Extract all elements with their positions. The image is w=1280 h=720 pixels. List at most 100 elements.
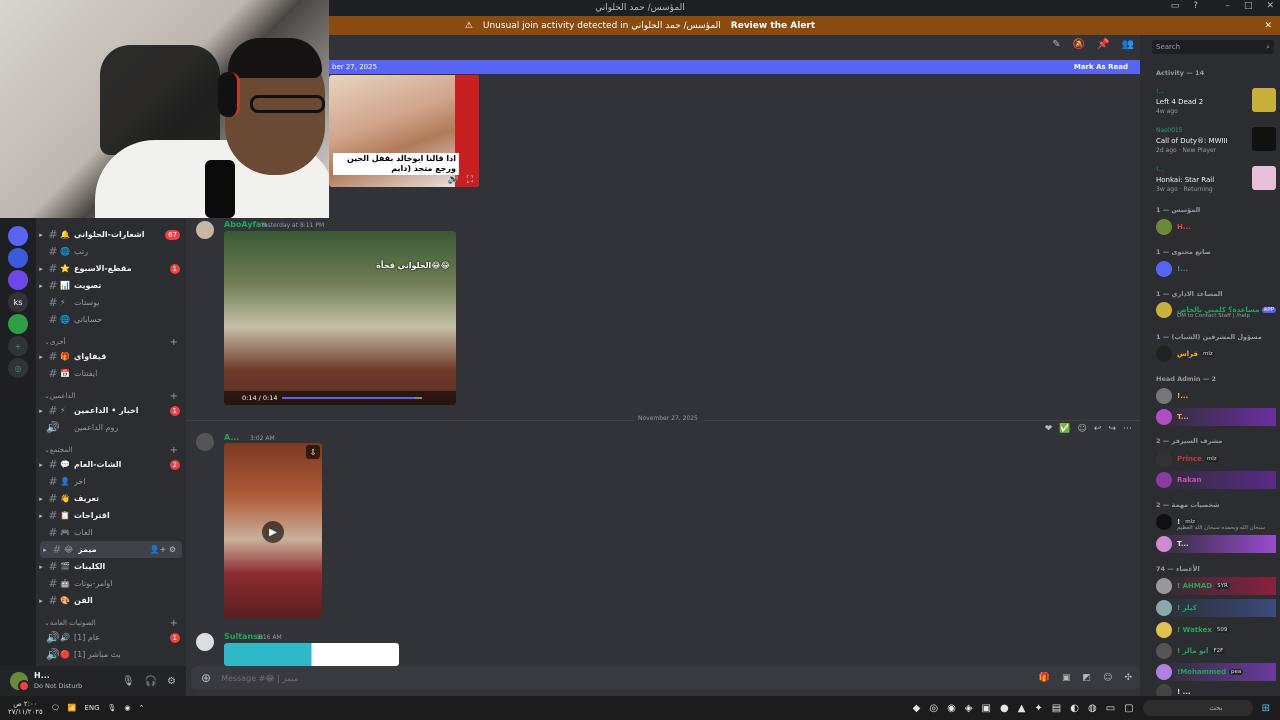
member-item[interactable]: Prince mlz xyxy=(1156,450,1276,468)
member-item[interactable]: Rakan xyxy=(1156,471,1276,489)
member-item[interactable]: !... xyxy=(1156,260,1276,278)
member-item[interactable]: !... xyxy=(1156,387,1276,405)
message-input[interactable]: Message #😂 | ميمز xyxy=(221,674,298,683)
channel-item[interactable]: # 🌐 رتب xyxy=(36,243,186,260)
app-icon[interactable]: ▢ xyxy=(1124,703,1133,714)
discord-icon[interactable]: ◉ xyxy=(947,703,956,714)
app-icon[interactable]: ◐ xyxy=(1070,703,1079,714)
microphone-icon[interactable]: 🎙 xyxy=(122,676,135,687)
reaction-icon[interactable]: ❤ xyxy=(1045,424,1053,434)
folder-icon[interactable]: ▭ xyxy=(1106,703,1115,714)
activity-item[interactable]: Nas0015 Call of Duty®: MWIII 2d ago · Ne… xyxy=(1156,127,1276,159)
windows-start-icon[interactable]: ⊞ xyxy=(1262,703,1270,714)
add-channel-icon[interactable]: + xyxy=(170,618,178,629)
channel-item[interactable]: # 👤 اخر xyxy=(36,473,186,490)
server-icon[interactable] xyxy=(8,270,28,290)
avatar[interactable] xyxy=(196,633,214,651)
apps-icon[interactable]: ✣ xyxy=(1124,673,1132,683)
sticker-icon[interactable]: ◩ xyxy=(1083,673,1092,683)
channel-item[interactable]: ▸ # 🎬 الكليبات xyxy=(36,558,186,575)
emoji-icon[interactable]: ☺ xyxy=(1078,424,1087,434)
maximize-button[interactable]: □ xyxy=(1244,1,1253,11)
reply-icon[interactable]: ↩ xyxy=(1094,424,1102,434)
search-input[interactable]: Search ⌕ xyxy=(1152,40,1274,54)
app-icon[interactable]: ✦ xyxy=(1034,703,1042,714)
activity-item[interactable]: !... Left 4 Dead 2 4w ago xyxy=(1156,88,1276,120)
voice-channel-item[interactable]: 🔊 🔊 عام [1] 1 xyxy=(36,629,186,646)
member-item[interactable]: ! كيلر xyxy=(1156,599,1276,617)
channel-item[interactable]: ▸ # 📊 تصويت xyxy=(36,277,186,294)
member-item[interactable]: مساعدة؟ كلمني بالخاص APP DM to Contact Sta… xyxy=(1156,301,1276,319)
channel-item[interactable]: ▸ # 💬 الشات-العام 2 xyxy=(36,456,186,473)
emoji-icon[interactable]: ☺ xyxy=(1103,673,1112,683)
category-header[interactable]: ⌄ المجتمع + xyxy=(44,444,184,456)
download-icon[interactable]: ⇩ xyxy=(306,445,320,459)
avatar[interactable] xyxy=(196,221,214,239)
gif-icon[interactable]: ▣ xyxy=(1062,673,1071,683)
edge-icon[interactable]: ◍ xyxy=(1088,703,1097,714)
channel-item[interactable]: ▸ # ⚡ اخبار • الداعمين 1 xyxy=(36,402,186,419)
video-attachment[interactable]: الحلواني فجأة😂😂 0:14 / 0:14 xyxy=(224,231,456,405)
inbox-icon[interactable]: ▭ xyxy=(1171,1,1180,11)
mic-icon[interactable]: 🎙 xyxy=(108,704,117,712)
clock-time[interactable]: ٢:٠٠ ص xyxy=(8,700,43,708)
discord-tray-icon[interactable]: ◉ xyxy=(124,704,130,712)
member-item[interactable]: H... xyxy=(1156,218,1276,236)
app-icon[interactable]: ▣ xyxy=(982,703,991,714)
channel-item[interactable]: # 🌐 حساباتي xyxy=(36,311,186,328)
server-icon[interactable]: ks xyxy=(8,292,28,312)
volume-icon[interactable]: 🔊 xyxy=(447,175,458,185)
channel-item-active[interactable]: ▸ # 😂 ميمز 👤+ ⚙ xyxy=(40,541,182,558)
threads-icon[interactable]: ✎ xyxy=(1052,39,1060,50)
video-attachment[interactable]: اذا قالنا ابوخالد بقفل الجين ورجع متجد (… xyxy=(329,75,479,187)
channel-item[interactable]: ▸ # 🎁 قيفاواي xyxy=(36,348,186,365)
check-icon[interactable]: ✅ xyxy=(1059,424,1070,434)
more-icon[interactable]: ⋯ xyxy=(1123,424,1132,434)
chevron-up-icon[interactable]: ⌃ xyxy=(139,704,145,712)
add-channel-icon[interactable]: + xyxy=(170,445,178,456)
new-messages-bar[interactable]: ber 27, 2025 Mark As Read xyxy=(329,60,1140,74)
discover-icon[interactable]: ◎ xyxy=(8,358,28,378)
pin-icon[interactable]: 📌 xyxy=(1097,39,1109,50)
close-button[interactable]: ✕ xyxy=(1266,1,1274,11)
app-icon[interactable]: ▲ xyxy=(1018,703,1026,714)
member-item[interactable]: T... xyxy=(1156,535,1276,553)
channel-item[interactable]: # 🤖 اوامر-بوتات xyxy=(36,575,186,592)
minimize-button[interactable]: – xyxy=(1225,1,1230,11)
member-item[interactable]: !Mohammed pea xyxy=(1156,663,1276,681)
video-attachment[interactable]: ⇩ ▶ xyxy=(224,443,322,618)
chat-icon[interactable]: 🗨 xyxy=(51,704,60,712)
forward-icon[interactable]: ↪ xyxy=(1108,424,1116,434)
category-header[interactable]: ⌄ الداعمين + xyxy=(44,390,184,402)
member-item[interactable]: ! أبو مالز F2F xyxy=(1156,642,1276,660)
message-author[interactable]: A... xyxy=(224,433,239,442)
channel-item[interactable]: ▸ # ⭐ مقطع-الاسبوع 1 xyxy=(36,260,186,277)
member-item[interactable]: فراس mlz xyxy=(1156,345,1276,363)
app-icon[interactable]: ◈ xyxy=(965,703,973,714)
channel-item[interactable]: # 📅 ايفنتات xyxy=(36,365,186,382)
avatar[interactable] xyxy=(10,672,30,692)
camera-icon[interactable]: ▤ xyxy=(1052,703,1061,714)
add-channel-icon[interactable]: + xyxy=(170,391,178,402)
video-progress-bar[interactable] xyxy=(282,397,422,399)
category-header[interactable]: ⌄ أخرى + xyxy=(44,336,184,348)
voice-channel-item[interactable]: 🔊 روم الداعمين xyxy=(36,419,186,436)
taskbar-search[interactable]: بحث xyxy=(1142,700,1253,716)
fullscreen-icon[interactable]: ⛶ xyxy=(467,175,473,185)
category-header[interactable]: ⌄ الصوتيات العامة + xyxy=(44,617,184,629)
image-attachment[interactable] xyxy=(224,643,399,666)
add-channel-icon[interactable]: + xyxy=(170,337,178,348)
channel-item[interactable]: ▸ # 🔔 اشعارات-الحلواني 67 xyxy=(36,226,186,243)
member-item[interactable]: ! Watkex 509 xyxy=(1156,621,1276,639)
chrome-icon[interactable]: ◎ xyxy=(929,703,938,714)
member-item[interactable]: ! ... xyxy=(1156,683,1276,696)
member-item[interactable]: ! mlz سبحان الله وبحمده سبحان الله العظيم xyxy=(1156,513,1276,531)
gift-icon[interactable]: 🎁 xyxy=(1039,673,1050,683)
member-item[interactable]: T... xyxy=(1156,408,1276,426)
gear-icon[interactable]: ⚙ xyxy=(167,676,176,687)
play-icon[interactable]: ▶ xyxy=(262,521,284,543)
app-icon[interactable]: ◆ xyxy=(913,703,921,714)
wifi-icon[interactable]: 📶 xyxy=(68,704,77,712)
headphones-icon[interactable]: 🎧 xyxy=(145,676,157,687)
channel-item[interactable]: ▸ # 📋 اقتراحات xyxy=(36,507,186,524)
